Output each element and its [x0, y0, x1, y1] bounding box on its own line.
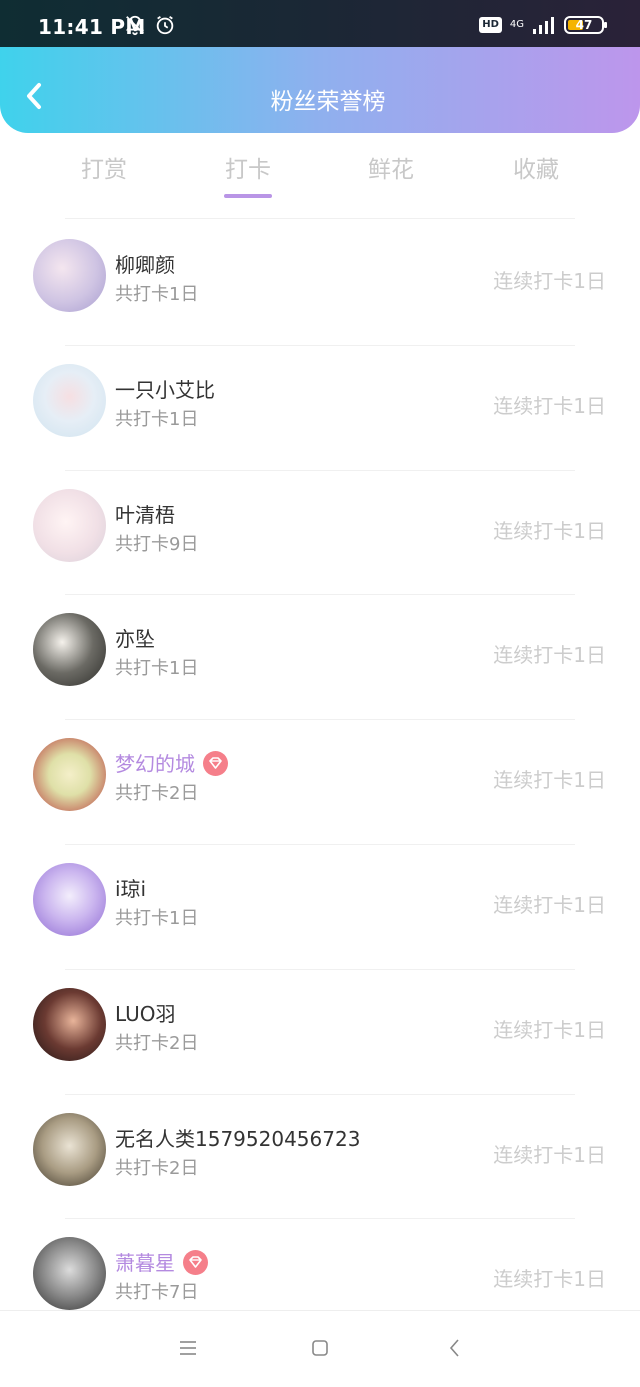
checkin-streak: 连续打卡1日 [493, 1142, 606, 1167]
fan-name-text: 梦幻的城 [115, 752, 195, 777]
avatar[interactable] [33, 1237, 106, 1311]
checkin-streak: 连续打卡1日 [493, 1267, 606, 1292]
avatar[interactable] [33, 239, 106, 312]
fan-name: 一只小艾比 [115, 374, 215, 403]
fan-row[interactable]: 一只小艾比共打卡1日 连续打卡1日 [0, 346, 640, 471]
checkin-streak: 连续打卡1日 [493, 393, 606, 418]
tab-reward[interactable]: 打赏 [59, 150, 149, 184]
checkin-streak: 连续打卡1日 [493, 1017, 606, 1042]
fan-row[interactable]: 无名人类1579520456723 共打卡2日 连续打卡1日 [0, 1095, 640, 1220]
fan-name: 梦幻的城 [115, 748, 228, 778]
fan-name-text: 萧暮星 [115, 1251, 175, 1276]
battery-level: 47 [575, 18, 593, 32]
checkin-streak: 连续打卡1日 [493, 768, 606, 793]
page-title: 粉丝荣誉榜 [270, 89, 386, 115]
fan-name-text: 叶清梧 [115, 502, 175, 527]
total-checkins: 共打卡1日 [115, 658, 199, 680]
total-checkins: 共打卡1日 [115, 284, 199, 305]
avatar[interactable] [33, 1112, 106, 1186]
fan-name-text: LUO羽 [115, 1001, 176, 1026]
fan-name-text: 亦坠 [115, 627, 155, 652]
fan-name: 亦坠 [115, 623, 155, 652]
network-label: 4G [509, 19, 524, 30]
total-checkins: 共打卡7日 [115, 1282, 199, 1304]
tab-active-indicator [224, 194, 272, 198]
avatar[interactable] [33, 613, 106, 687]
avatar[interactable] [33, 488, 106, 562]
back-triangle-icon[interactable] [440, 1333, 470, 1363]
fan-name: LUO羽 [115, 998, 176, 1027]
battery-icon: 47 [564, 16, 607, 34]
fan-row[interactable]: 亦坠共打卡1日 连续打卡1日 [0, 595, 640, 721]
fan-name-text: 一只小艾比 [115, 377, 215, 402]
avatar[interactable] [33, 987, 106, 1061]
checkin-streak: 连续打卡1日 [493, 892, 606, 917]
total-checkins: 共打卡9日 [115, 533, 199, 555]
fan-name: 萧暮星 [115, 1247, 208, 1277]
fan-row[interactable]: LUO羽共打卡2日 连续打卡1日 [0, 970, 640, 1095]
total-checkins: 共打卡1日 [115, 408, 199, 430]
alarm-icon [156, 15, 174, 35]
tab-bar: 打赏 打卡 鲜花 收藏 [0, 150, 640, 202]
avatar[interactable] [33, 862, 106, 936]
diamond-icon [183, 1250, 208, 1276]
checkin-streak: 连续打卡1日 [493, 269, 606, 293]
total-checkins: 共打卡2日 [115, 1157, 199, 1179]
system-nav-bar [0, 1310, 640, 1387]
fan-name-text: 柳卿颜 [115, 253, 175, 277]
divider [65, 218, 575, 219]
fan-name-text: i琼i [115, 876, 147, 901]
mute-bell-icon [125, 15, 145, 36]
fan-row[interactable]: i琼i 共打卡1日 连续打卡1日 [0, 845, 640, 970]
signal-icon [533, 17, 554, 34]
checkin-streak: 连续打卡1日 [493, 518, 606, 543]
total-checkins: 共打卡1日 [115, 907, 199, 929]
fan-name: 无名人类1579520456723 [115, 1123, 360, 1152]
fan-name: i琼i [115, 873, 146, 902]
avatar[interactable] [33, 363, 106, 437]
avatar[interactable] [33, 738, 106, 812]
tab-checkin[interactable]: 打卡 [203, 150, 293, 184]
hd-badge: HD [479, 17, 502, 33]
home-square-icon[interactable] [305, 1333, 335, 1363]
total-checkins: 共打卡2日 [115, 783, 199, 805]
tab-favorites[interactable]: 收藏 [491, 150, 581, 184]
fan-name-text: 无名人类1579520456723 [115, 1126, 361, 1151]
fan-list: 柳卿颜 共打卡1日 连续打卡1日 一只小艾比 共打卡1日 连续打卡1日 叶清梧 共打卡9日 连续… [0, 221, 640, 1345]
total-checkins: 共打卡2日 [115, 1032, 199, 1054]
fan-name: 柳卿颜 [115, 249, 175, 278]
fan-row[interactable]: 梦幻的城共打卡2日 连续打卡1日 [0, 720, 640, 845]
status-indicators: HD 4G 47 [479, 14, 607, 36]
fan-name: 叶清梧 [115, 499, 175, 528]
tab-flowers[interactable]: 鲜花 [346, 150, 436, 184]
fan-row[interactable]: 柳卿颜共打卡1日 连续打卡1日 [0, 221, 640, 346]
fan-row[interactable]: 叶清梧共打卡9日 连续打卡1日 [0, 471, 640, 596]
diamond-icon [203, 751, 228, 777]
checkin-streak: 连续打卡1日 [493, 643, 606, 668]
status-bar: 11:41 PM HD 4G 47 [0, 0, 640, 47]
menu-icon[interactable] [173, 1333, 203, 1363]
